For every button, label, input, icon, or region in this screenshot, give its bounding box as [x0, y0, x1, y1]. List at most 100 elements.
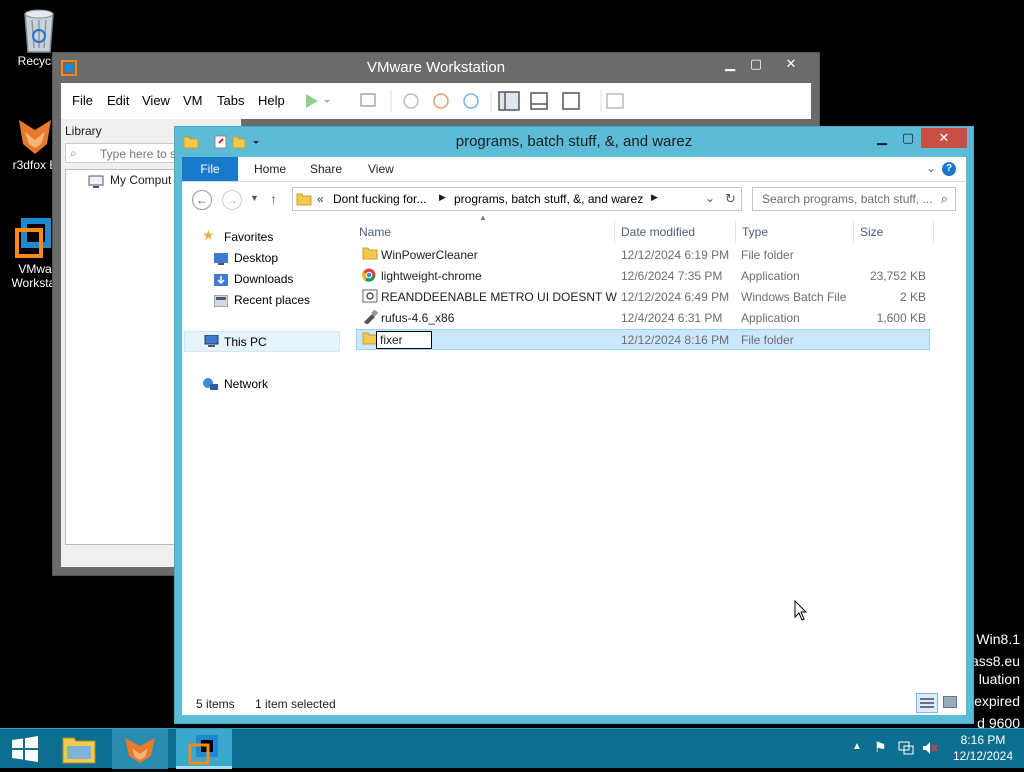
menu-edit[interactable]: Edit: [107, 93, 129, 108]
address-dropdown-icon[interactable]: ⌄: [705, 191, 715, 205]
mouse-cursor-icon: [794, 600, 808, 621]
address-bar[interactable]: « Dont fucking for... ▶ programs, batch …: [292, 187, 742, 211]
large-icons-view-icon: [942, 695, 958, 709]
large-icons-view-button[interactable]: [940, 693, 962, 713]
play-icon[interactable]: [303, 91, 333, 111]
column-header-size[interactable]: Size: [854, 221, 934, 243]
computer-icon: [88, 175, 104, 188]
refresh-icon[interactable]: ↻: [725, 191, 736, 207]
library-search-placeholder: Type here to s: [100, 147, 177, 161]
breadcrumb-item[interactable]: Dont fucking for...: [333, 192, 426, 206]
file-row[interactable]: lightweight-chrome 12/6/2024 7:35 PM App…: [356, 266, 930, 287]
ribbon-expand-icon[interactable]: ⌄: [926, 161, 936, 175]
vmware-minimize-button[interactable]: ▁: [717, 55, 743, 75]
explorer-minimize-button[interactable]: ▁: [869, 129, 895, 149]
nav-item-desktop[interactable]: Desktop: [234, 248, 278, 268]
file-size: 1,600 KB: [876, 311, 926, 325]
library-label: Library: [65, 124, 102, 138]
desktop-icon: [214, 253, 228, 265]
file-date: 12/6/2024 7:35 PM: [621, 269, 723, 283]
file-row[interactable]: WinPowerCleaner 12/12/2024 6:19 PM File …: [356, 245, 930, 266]
watermark-line: expired: [974, 693, 1020, 709]
navigation-pane: ★ Favorites Desktop Downloads Recent pla…: [182, 221, 342, 691]
recent-places-icon: [214, 295, 228, 307]
details-view-button[interactable]: [916, 693, 938, 713]
recent-locations-icon[interactable]: ▼: [250, 193, 259, 203]
vmware-workstation-icon: [15, 218, 51, 258]
breadcrumb-item[interactable]: programs, batch stuff, &, and warez: [454, 192, 643, 206]
rename-input[interactable]: fixer: [376, 331, 432, 349]
column-header-date-modified[interactable]: Date modified: [615, 221, 736, 243]
breadcrumb-separator-icon[interactable]: ▶: [439, 192, 446, 203]
breadcrumb-overflow[interactable]: «: [317, 192, 324, 206]
ribbon-tab-view[interactable]: View: [358, 157, 404, 181]
explorer-maximize-button[interactable]: ▢: [895, 129, 921, 149]
volume-muted-icon[interactable]: [922, 741, 938, 755]
vmware-menubar: File Edit View VM Tabs Help: [61, 83, 811, 119]
r3dfox-icon: [125, 738, 155, 763]
nav-item-recent-places[interactable]: Recent places: [234, 290, 310, 310]
column-header-name[interactable]: Name: [353, 221, 615, 243]
nav-item-this-pc-row[interactable]: This PC: [184, 331, 340, 352]
windows-logo-icon: [12, 736, 38, 762]
network-tray-icon[interactable]: [898, 741, 914, 755]
nav-item-favorites[interactable]: Favorites: [224, 227, 273, 247]
downloads-icon: [214, 274, 228, 286]
menu-tabs[interactable]: Tabs: [217, 93, 244, 108]
explorer-body: File Home Share View ⌄ ? ← → ▼ ↑ « Dont …: [182, 157, 966, 715]
evaluation-watermark: Win8.1 ass8.eu luation expired d 9600: [971, 630, 1020, 732]
file-date: 12/12/2024 6:49 PM: [621, 290, 730, 304]
file-row[interactable]: rufus-4.6_x86 12/4/2024 6:31 PM Applicat…: [356, 308, 930, 329]
forward-button[interactable]: →: [222, 190, 242, 210]
vmware-close-button[interactable]: ✕: [769, 55, 813, 75]
watermark-line: luation: [978, 671, 1020, 687]
file-type: Windows Batch File: [741, 290, 847, 304]
explorer-window[interactable]: programs, batch stuff, &, and warez ▁ ▢ …: [174, 126, 974, 724]
ribbon-tab-share[interactable]: Share: [300, 157, 352, 181]
details-view-icon: [920, 698, 934, 708]
file-name: lightweight-chrome: [381, 269, 482, 283]
nav-item-network[interactable]: Network: [224, 374, 268, 394]
file-type: Application: [741, 311, 800, 325]
watermark-line: ass8.eu: [970, 653, 1020, 669]
ribbon-tab-home[interactable]: Home: [244, 157, 296, 181]
help-icon[interactable]: ?: [942, 162, 956, 176]
tray-show-hidden-icon[interactable]: ▲: [852, 741, 862, 752]
file-type: File folder: [741, 248, 794, 262]
taskbar-file-explorer[interactable]: [54, 729, 104, 769]
usb-icon: [362, 310, 378, 331]
taskbar-r3dfox[interactable]: [112, 729, 168, 769]
menu-file[interactable]: File: [72, 93, 93, 108]
action-center-flag-icon[interactable]: ⚑: [874, 739, 887, 756]
file-name: REANDDEENABLE METRO UI DOESNT W...: [381, 290, 617, 304]
file-explorer-icon: [62, 737, 96, 764]
file-date: 12/12/2024 8:16 PM: [621, 333, 730, 347]
file-size: 2 KB: [899, 290, 926, 304]
menu-help[interactable]: Help: [258, 93, 285, 108]
menu-view[interactable]: View: [142, 93, 170, 108]
clock-date: 12/12/2024: [952, 749, 1014, 763]
nav-item-downloads[interactable]: Downloads: [234, 269, 293, 289]
status-item-count: 5 items: [196, 697, 235, 711]
file-type: Application: [741, 269, 800, 283]
ribbon-divider: [182, 181, 966, 182]
up-button[interactable]: ↑: [270, 191, 277, 207]
ribbon-tab-file[interactable]: File: [182, 157, 238, 181]
back-button[interactable]: ←: [192, 190, 212, 210]
file-type: File folder: [741, 333, 794, 347]
menu-vm[interactable]: VM: [183, 93, 203, 108]
explorer-close-button[interactable]: ✕: [921, 128, 967, 148]
clock[interactable]: 8:16 PM 12/12/2024: [946, 732, 1020, 764]
file-row[interactable]: REANDDEENABLE METRO UI DOESNT W... 12/12…: [356, 287, 930, 308]
taskbar-vmware[interactable]: [176, 729, 232, 769]
taskbar: ▲ ⚑ 8:16 PM 12/12/2024: [0, 728, 1024, 769]
search-input[interactable]: Search programs, batch stuff, ... ⌕: [752, 187, 956, 211]
vmware-title: VMware Workstation: [366, 59, 506, 76]
file-row-selected[interactable]: fixer 12/12/2024 8:16 PM File folder: [356, 329, 930, 350]
batch-file-icon: [362, 289, 378, 310]
start-button[interactable]: [0, 729, 50, 769]
tree-item-my-computer[interactable]: My Comput: [110, 173, 171, 187]
column-header-type[interactable]: Type: [736, 221, 854, 243]
vmware-maximize-button[interactable]: ▢: [743, 55, 769, 75]
breadcrumb-separator-icon[interactable]: ▶: [651, 192, 658, 203]
